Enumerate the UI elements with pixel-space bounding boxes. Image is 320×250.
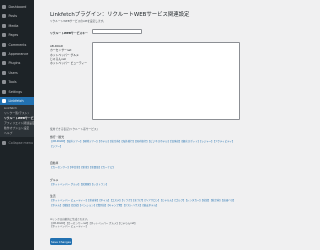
group-links-car[interactable]: 【カーセンサー】【中古車】【新車】【車買取】【カーナビ】 (50, 166, 236, 171)
collapse-icon (2, 140, 6, 145)
menu-appearance[interactable]: Appearance (0, 50, 34, 58)
service-labels: AB-ROAD カーセンサーnet ホットペッパー グルメ じゃらんnet ホッ… (50, 44, 87, 65)
main-content: Linkfetchプラグイン：リクルートWEBサービス関連設定 リクルートWEB… (34, 0, 250, 250)
menu-label: Comments (8, 42, 27, 47)
api-key-label: リクルートWEBサービスキー (50, 31, 88, 35)
group-links-life[interactable]: 【ホットペッパー ビューティー】【美容室】【ネイル】【エステ】【リラク】【まつげ… (50, 199, 236, 208)
menu-tools[interactable]: Tools (0, 78, 34, 86)
legend-notes: ※リンクは自動的に生成されます。 【AB-ROAD】【カーセンサーnet】【ホッ… (50, 218, 236, 229)
menu-posts[interactable]: Posts (0, 12, 34, 20)
menu-label: Appearance (8, 51, 29, 56)
page-description: リクルートWEBサービスのAPIを設定します。 (50, 19, 106, 23)
save-changes-button[interactable]: Save Changes (50, 238, 72, 245)
menu-plugins[interactable]: Plugins (0, 59, 34, 67)
pages-icon (2, 33, 6, 38)
group-title-life: 生活 (50, 194, 56, 198)
page-title: Linkfetchプラグイン：リクルートWEBサービス関連設定 (50, 12, 190, 18)
menu-dashboard[interactable]: Dashboard (0, 3, 34, 11)
menu-pages[interactable]: Pages (0, 31, 34, 39)
menu-label: Settings (8, 89, 23, 94)
group-links-gourmet[interactable]: 【ホットペッパー グルメ】【居酒屋】【レストラン】 (50, 183, 236, 188)
menu-media[interactable]: Media (0, 22, 34, 30)
plugin-icon (2, 61, 6, 66)
admin-sidebar: Dashboard Posts Media Pages Comments App… (0, 0, 34, 250)
menu-linkfetch[interactable]: Linkfetch (0, 96, 34, 105)
menu-label: Pages (8, 33, 19, 38)
service-label: ホットペッパー ビューティー (50, 61, 88, 66)
menu-label: Posts (8, 14, 18, 19)
menu-settings[interactable]: Settings (0, 88, 34, 96)
media-icon (2, 23, 6, 28)
settings-icon (2, 89, 6, 94)
group-title-car: 自動車 (50, 161, 59, 165)
users-icon (2, 70, 6, 75)
pushpin-icon (2, 14, 6, 19)
menu-label: Users (8, 70, 18, 75)
submenu-item-help[interactable]: ヘルプ (0, 131, 34, 136)
paintbrush-icon (2, 51, 6, 56)
menu-label: Dashboard (8, 5, 27, 9)
menu-label: Plugins (8, 61, 21, 66)
menu-label: Tools (8, 80, 17, 85)
link-section-intro: 使用できる表記(リクルート系サービス) (50, 127, 98, 131)
menu-label: Media (8, 23, 19, 28)
group-title-gourmet: グルメ (50, 178, 59, 182)
linkfetch-submenu: Linkfetch リンク一覧(テスト) リクルートWEBサービス関連設定 アフ… (0, 104, 34, 137)
legend-line: 【ホットペッパー ビューティー】 (50, 225, 89, 228)
group-title-travel: 旅行・観光 (50, 135, 64, 139)
collapse-menu-button[interactable]: Collapse menu (0, 139, 34, 147)
wrench-icon (2, 80, 6, 85)
keyword-textarea[interactable] (92, 42, 240, 120)
group-links-travel[interactable]: 【AB-ROAD】【海外ツアー】【現地ツアー】【ホテル】【航空券】【海外旅行】【… (50, 140, 236, 149)
menu-label: Linkfetch (8, 98, 24, 103)
comments-icon (2, 42, 6, 47)
menu-comments[interactable]: Comments (0, 41, 34, 49)
menu-users[interactable]: Users (0, 69, 34, 77)
api-key-input[interactable] (92, 29, 142, 34)
link-icon (2, 98, 6, 103)
dashboard-icon (2, 5, 6, 9)
menu-label: Collapse menu (8, 140, 33, 145)
